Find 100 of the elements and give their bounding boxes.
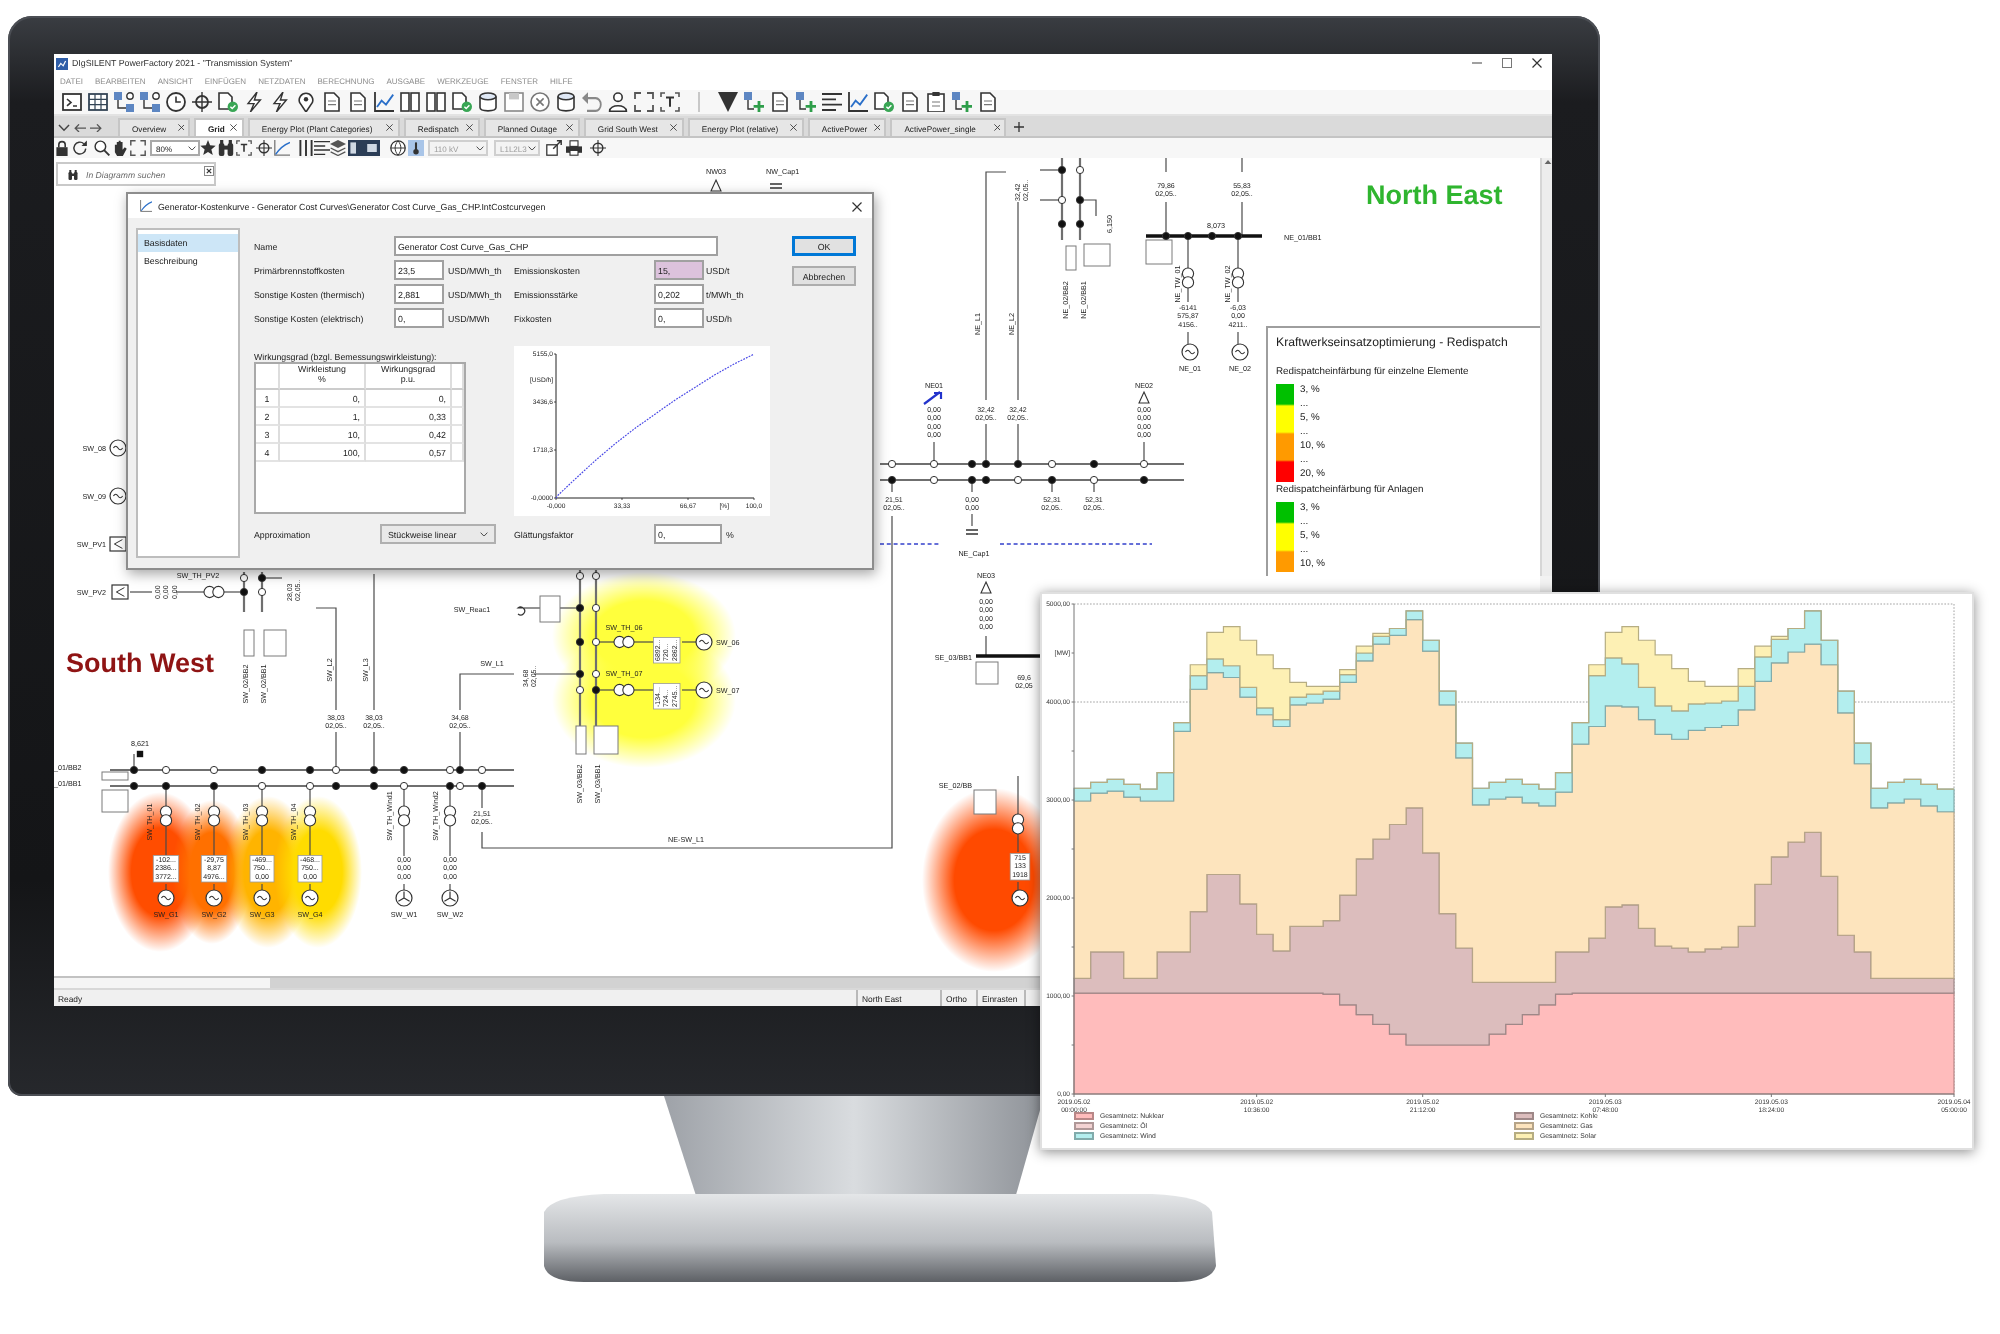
scrollbar-thumb[interactable] xyxy=(54,978,270,988)
document-icon[interactable] xyxy=(978,92,998,112)
columns-icon[interactable] xyxy=(426,92,446,112)
star-icon[interactable] xyxy=(200,140,216,156)
close-icon[interactable] xyxy=(852,201,862,211)
connection-line xyxy=(403,825,405,857)
boxed-arrow-icon xyxy=(109,536,127,552)
network-add-icon[interactable] xyxy=(952,92,972,112)
crosshair-icon[interactable] xyxy=(590,140,606,156)
person-icon[interactable] xyxy=(608,92,628,112)
connection-line xyxy=(403,785,405,807)
cancel-icon[interactable] xyxy=(530,92,550,112)
close-icon[interactable] xyxy=(177,124,184,132)
database-icon[interactable] xyxy=(556,92,576,112)
align-icon[interactable] xyxy=(822,92,842,112)
globe-icon[interactable] xyxy=(390,140,406,156)
crosshair-icon[interactable] xyxy=(256,140,272,156)
document-icon[interactable] xyxy=(770,92,790,112)
generator-icon xyxy=(205,889,223,907)
connection-line xyxy=(335,731,337,771)
connection-line xyxy=(403,883,405,891)
close-icon[interactable] xyxy=(1532,58,1542,68)
connection-line xyxy=(175,591,205,593)
horizontal-scrollbar[interactable] xyxy=(54,976,1040,988)
close-icon[interactable] xyxy=(203,165,213,175)
connection-line xyxy=(261,577,283,579)
text-frame-icon[interactable] xyxy=(660,92,680,112)
close-icon[interactable] xyxy=(993,124,1001,132)
chart-icon[interactable] xyxy=(848,92,868,112)
document-check-icon[interactable] xyxy=(874,92,894,112)
binoculars-icon[interactable] xyxy=(218,140,234,156)
close-icon[interactable] xyxy=(566,124,574,132)
expand-icon[interactable] xyxy=(634,92,654,112)
database-icon[interactable] xyxy=(478,92,498,112)
binoculars-icon xyxy=(68,169,78,179)
network-add-icon[interactable] xyxy=(744,92,764,112)
curve-icon[interactable] xyxy=(274,140,290,156)
connection-line xyxy=(1237,287,1239,303)
document-icon[interactable] xyxy=(322,92,342,112)
connection-line xyxy=(165,785,167,807)
document-icon[interactable] xyxy=(900,92,920,112)
document-icon[interactable] xyxy=(348,92,368,112)
connection-line xyxy=(1039,169,1063,171)
export-icon[interactable] xyxy=(546,140,562,156)
generator-icon xyxy=(1181,343,1199,361)
capacitor-icon xyxy=(769,183,783,189)
node-box xyxy=(975,661,999,685)
arrow-left-icon[interactable] xyxy=(74,123,86,132)
terminal-icon[interactable] xyxy=(62,92,82,112)
close-icon[interactable] xyxy=(230,124,238,132)
close-icon[interactable] xyxy=(670,124,678,132)
lock-icon[interactable] xyxy=(54,140,70,156)
generator-icon xyxy=(109,439,127,457)
transformer-icon xyxy=(443,805,457,827)
maximize-icon[interactable] xyxy=(1502,58,1512,68)
document-check-icon[interactable] xyxy=(452,92,472,112)
hand-icon[interactable] xyxy=(112,140,128,156)
node-box xyxy=(101,789,129,813)
expand-icon[interactable] xyxy=(130,140,146,156)
thermometer-icon[interactable] xyxy=(408,140,424,156)
table-icon[interactable] xyxy=(88,92,108,112)
pin-icon[interactable] xyxy=(296,92,316,112)
close-icon[interactable] xyxy=(386,124,394,132)
clock-icon[interactable] xyxy=(166,92,186,112)
network-add-icon[interactable] xyxy=(796,92,816,112)
connection-line xyxy=(213,785,215,807)
node-box xyxy=(593,725,619,755)
connection-line xyxy=(165,883,167,891)
connection-line xyxy=(449,883,451,891)
bars-icon[interactable] xyxy=(298,140,314,156)
refresh-icon[interactable] xyxy=(72,140,88,156)
close-icon[interactable] xyxy=(466,124,474,132)
clipboard-icon[interactable] xyxy=(926,92,946,112)
chevron-down-icon xyxy=(188,145,196,151)
close-icon[interactable] xyxy=(873,124,881,132)
search-icon[interactable] xyxy=(94,140,110,156)
connection-line xyxy=(1093,479,1095,493)
connection-line xyxy=(971,513,973,527)
connection-line xyxy=(933,441,935,465)
columns-icon[interactable] xyxy=(400,92,420,112)
chart-icon[interactable] xyxy=(374,92,394,112)
crosshair-icon[interactable] xyxy=(192,92,212,112)
text-frame-icon[interactable] xyxy=(236,140,252,156)
document-check-icon[interactable] xyxy=(218,92,238,112)
frame-icon[interactable] xyxy=(364,140,380,156)
chevron-down-icon[interactable] xyxy=(58,124,70,132)
transformer-icon xyxy=(613,683,635,697)
switch-icon xyxy=(1233,231,1243,241)
plus-icon[interactable] xyxy=(1014,122,1025,132)
layers-icon[interactable] xyxy=(330,140,346,156)
panel-icon[interactable] xyxy=(348,140,364,156)
print-icon[interactable] xyxy=(566,140,582,156)
vertical-scrollbar[interactable] xyxy=(1540,158,1552,576)
align-icon[interactable] xyxy=(314,140,330,156)
close-icon[interactable] xyxy=(790,124,798,132)
network-icon[interactable] xyxy=(114,92,134,112)
wind-turbine-icon xyxy=(395,889,413,907)
arrow-right-icon[interactable] xyxy=(90,123,102,132)
transformer-icon xyxy=(255,805,269,827)
network-icon[interactable] xyxy=(140,92,160,112)
